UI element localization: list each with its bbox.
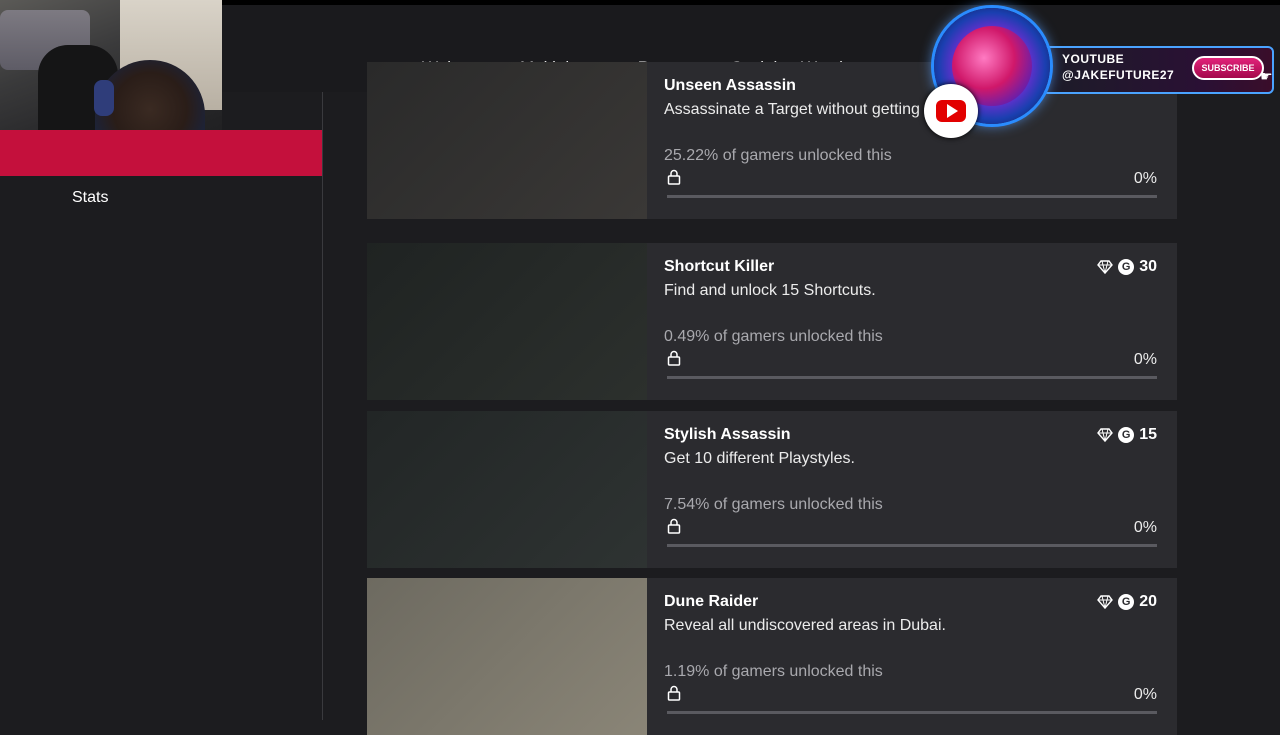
achievement-card[interactable]: Dune Raider Reveal all undiscovered area… [367, 578, 1177, 735]
sidebar-item-stats[interactable]: Stats [72, 189, 108, 207]
gamerscore-icon: G [1118, 427, 1135, 443]
lock-icon [667, 169, 681, 185]
lock-icon [667, 685, 681, 701]
achievement-thumbnail [367, 411, 647, 568]
achievement-thumbnail [367, 62, 647, 219]
achievement-title: Dune Raider [664, 593, 759, 610]
gamerscore: G 20 [1097, 593, 1157, 611]
youtube-logo-icon [924, 84, 978, 138]
achievement-description: Assassinate a Target without getting tte… [664, 101, 956, 118]
youtube-banner: YOUTUBE @JAKEFUTURE27 SUBSCRIBE [1042, 46, 1274, 94]
achievement-description: Get 10 different Playstyles. [664, 450, 855, 467]
gamerscore-value: 20 [1139, 593, 1157, 610]
youtube-label: YOUTUBE [1062, 52, 1125, 66]
gamerscore: G 30 [1097, 258, 1157, 276]
achievement-thumbnail [367, 578, 647, 735]
achievement-progress-label: 0% [1133, 519, 1157, 536]
achievement-progress-bar [667, 544, 1157, 547]
achievement-card[interactable]: Stylish Assassin Get 10 different Playst… [367, 411, 1177, 568]
achievement-progress-label: 0% [1133, 686, 1157, 703]
gamerscore-icon: G [1118, 259, 1135, 275]
subscribe-button[interactable]: SUBSCRIBE [1192, 56, 1264, 80]
achievement-description: Find and unlock 15 Shortcuts. [664, 282, 876, 299]
sidebar-selected-highlight [0, 130, 322, 176]
achievement-title: Stylish Assassin [664, 426, 791, 443]
achievement-title: Shortcut Killer [664, 258, 775, 275]
channel-handle: @JAKEFUTURE27 [1062, 68, 1175, 82]
gamerscore-value: 30 [1139, 258, 1157, 275]
achievement-unlock-rate: 0.49% of gamers unlocked this [664, 328, 883, 345]
rare-gem-icon [1097, 595, 1114, 610]
achievement-progress-bar [667, 195, 1157, 198]
achievement-description: Reveal all undiscovered areas in Dubai. [664, 617, 946, 634]
lock-icon [667, 350, 681, 366]
gamerscore-value: 15 [1139, 426, 1157, 443]
achievement-progress-bar [667, 711, 1157, 714]
achievement-thumbnail [367, 243, 647, 400]
achievement-card[interactable]: Shortcut Killer Find and unlock 15 Short… [367, 243, 1177, 400]
gamerscore: G 15 [1097, 426, 1157, 444]
achievement-unlock-rate: 25.22% of gamers unlocked this [664, 147, 892, 164]
achievement-progress-label: 0% [1133, 351, 1157, 368]
achievement-title: Unseen Assassin [664, 77, 796, 94]
achievement-unlock-rate: 7.54% of gamers unlocked this [664, 496, 883, 513]
youtube-promo-overlay: YOUTUBE @JAKEFUTURE27 SUBSCRIBE ☛ [924, 8, 1280, 138]
gamerscore-icon: G [1118, 594, 1135, 610]
rare-gem-icon [1097, 260, 1114, 275]
sidebar-divider [322, 92, 323, 720]
rare-gem-icon [1097, 428, 1114, 443]
lock-icon [667, 518, 681, 534]
webcam-headset [94, 80, 114, 116]
achievement-progress-bar [667, 376, 1157, 379]
achievement-progress-label: 0% [1133, 170, 1157, 187]
pointer-icon: ☛ [1260, 68, 1273, 84]
achievement-unlock-rate: 1.19% of gamers unlocked this [664, 663, 883, 680]
